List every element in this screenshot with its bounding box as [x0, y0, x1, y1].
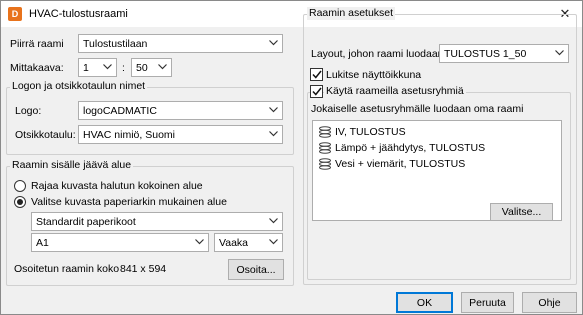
- choose-layers-button[interactable]: Valitse...: [490, 203, 553, 221]
- list-item-label: Lämpö + jäähdytys, TULOSTUS: [335, 142, 486, 154]
- layers-hint: Jokaiselle asetusryhmälle luodaan oma ra…: [311, 103, 524, 115]
- layer-stack-icon: [319, 142, 331, 154]
- use-layers-label: Käytä raameilla asetusryhmiä: [324, 85, 466, 98]
- logo-value: logoCADMATIC: [83, 104, 157, 117]
- paper-area-radio[interactable]: [14, 196, 26, 208]
- frame-size-label: Osoitetun raamin koko: [14, 263, 120, 275]
- checkmark-icon: [311, 87, 322, 96]
- chevron-down-icon: [268, 38, 278, 48]
- crop-area-label: Rajaa kuvasta halutun kokoinen alue: [31, 180, 203, 192]
- scale-label: Mittakaava:: [10, 62, 64, 74]
- chevron-down-icon: [554, 48, 564, 58]
- chevron-down-icon: [194, 237, 204, 247]
- frame-size-value: 841 x 594: [120, 263, 167, 275]
- use-layers-checkbox[interactable]: [310, 85, 323, 98]
- layout-value: TULOSTUS 1_50: [444, 47, 527, 60]
- draw-frame-select[interactable]: Tulostustilaan: [78, 34, 283, 53]
- cancel-button[interactable]: Peruuta: [461, 292, 514, 313]
- layout-select[interactable]: TULOSTUS 1_50: [439, 44, 569, 63]
- list-item-label: IV, TULOSTUS: [335, 126, 406, 138]
- title-block-select[interactable]: HVAC nimiö, Suomi: [78, 125, 283, 144]
- title-block-value: HVAC nimiö, Suomi: [83, 128, 175, 141]
- dialog-window: D HVAC-tulostusraami ✕ Piirrä raami Tulo…: [0, 0, 583, 315]
- list-item[interactable]: IV, TULOSTUS: [318, 126, 406, 138]
- layout-label: Layout, johon raami luodaan:: [311, 48, 447, 60]
- chevron-down-icon: [268, 105, 278, 115]
- logo-label: Logo:: [15, 105, 42, 117]
- scale-right-value: 50: [136, 61, 148, 74]
- crop-area-radio[interactable]: [14, 180, 26, 192]
- window-title: HVAC-tulostusraami: [29, 8, 128, 20]
- paper-area-label: Valitse kuvasta paperiarkin mukainen alu…: [31, 196, 227, 208]
- chevron-down-icon: [268, 129, 278, 139]
- scale-left-value: 1: [83, 61, 89, 74]
- paper-set-value: Standardit paperikoot: [36, 215, 136, 228]
- help-button[interactable]: Ohje: [522, 292, 577, 313]
- paper-size-value: A1: [36, 236, 49, 249]
- logo-group-title: Logon ja otsikkotaulun nimet: [10, 80, 148, 93]
- paper-size-select[interactable]: A1: [31, 233, 209, 252]
- chevron-down-icon: [268, 237, 278, 247]
- draw-frame-label: Piirrä raami: [10, 38, 64, 50]
- list-item[interactable]: Lämpö + jäähdytys, TULOSTUS: [318, 142, 485, 154]
- orientation-select[interactable]: Vaaka: [214, 233, 283, 252]
- orientation-value: Vaaka: [219, 236, 248, 249]
- layer-stack-icon: [319, 126, 331, 138]
- layers-listbox[interactable]: IV, TULOSTUS Lämpö + jäähdytys, TULOSTUS…: [312, 120, 562, 221]
- list-item-label: Vesi + viemärit, TULOSTUS: [335, 158, 466, 170]
- ok-button[interactable]: OK: [396, 292, 453, 313]
- paper-set-select[interactable]: Standardit paperikoot: [31, 212, 283, 231]
- chevron-down-icon: [268, 216, 278, 226]
- area-group-title: Raamin sisälle jäävä alue: [10, 159, 134, 172]
- scale-left-select[interactable]: 1: [78, 58, 117, 77]
- chevron-down-icon: [157, 62, 167, 72]
- app-icon: D: [8, 7, 22, 21]
- list-item[interactable]: Vesi + viemärit, TULOSTUS: [318, 158, 465, 170]
- frame-settings-title: Raamin asetukset: [307, 7, 396, 20]
- lock-viewport-checkbox[interactable]: [310, 68, 323, 81]
- draw-frame-value: Tulostustilaan: [83, 37, 148, 50]
- logo-groupbox: [6, 87, 294, 155]
- layer-stack-icon: [319, 158, 331, 170]
- checkmark-icon: [311, 70, 322, 79]
- chevron-down-icon: [102, 62, 112, 72]
- scale-separator: :: [122, 62, 125, 74]
- scale-right-select[interactable]: 50: [131, 58, 172, 77]
- point-button[interactable]: Osoita...: [228, 259, 284, 280]
- logo-select[interactable]: logoCADMATIC: [78, 101, 283, 120]
- lock-viewport-label: Lukitse näyttöikkuna: [326, 69, 422, 81]
- title-block-label: Otsikkotaulu:: [15, 129, 76, 141]
